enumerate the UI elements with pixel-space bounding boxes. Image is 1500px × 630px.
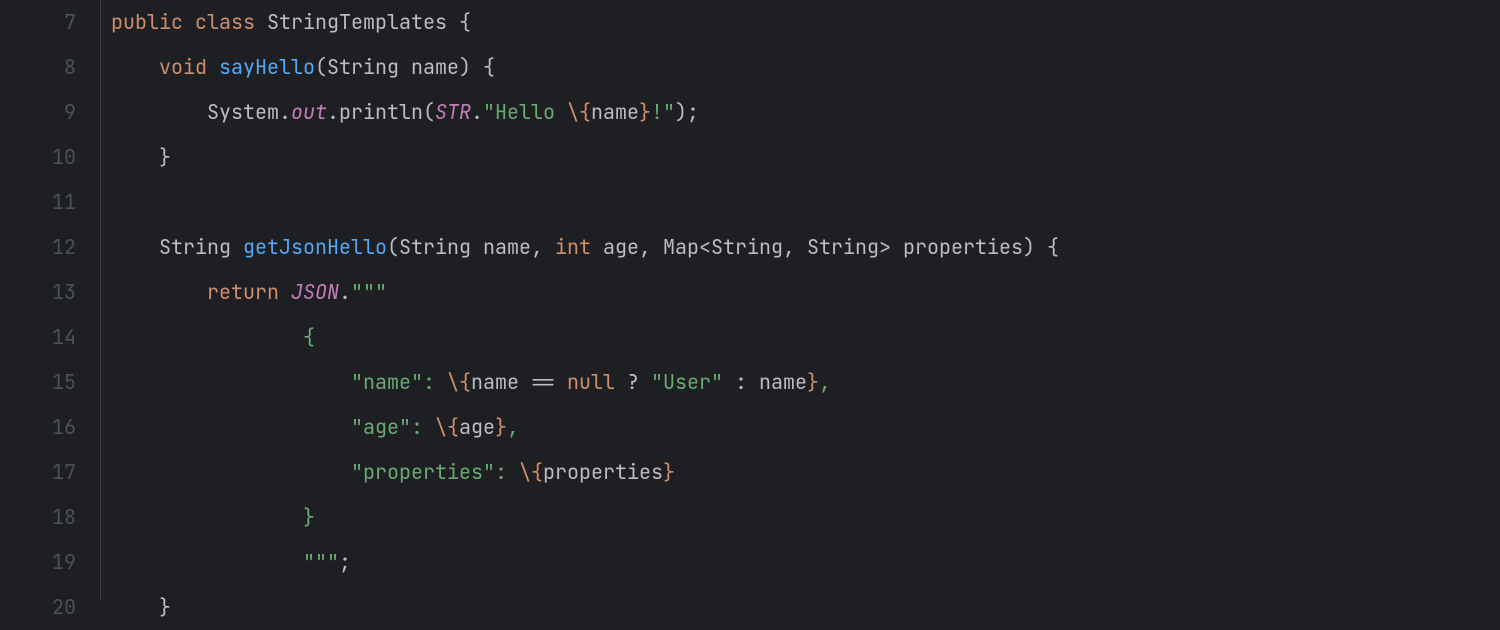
string-literal: "age":: [351, 414, 435, 440]
triple-quote: """: [351, 279, 387, 305]
brace-open: {: [459, 9, 471, 35]
string-literal: "properties":: [351, 459, 519, 485]
keyword-int: int: [555, 234, 591, 260]
line-number: 11: [0, 180, 76, 225]
string-literal: {: [303, 324, 315, 350]
line-number: 18: [0, 495, 76, 540]
line-number: 10: [0, 135, 76, 180]
string-literal: "name":: [351, 369, 447, 395]
code-line[interactable]: "age": \{age},: [111, 405, 1500, 450]
code-line[interactable]: public class StringTemplates {: [111, 0, 1500, 45]
line-number-gutter: 7 8 9 10 11 12 13 14 15 16 17 18 19 20: [0, 0, 100, 600]
template-close: }: [639, 99, 651, 125]
line-number: 9: [0, 90, 76, 135]
brace-close: }: [159, 144, 171, 170]
code-line[interactable]: "name": \{name == null ? "User" : name},: [111, 360, 1500, 405]
method-println: println: [339, 99, 423, 125]
line-number: 20: [0, 585, 76, 630]
code-line[interactable]: }: [111, 135, 1500, 180]
line-number: 12: [0, 225, 76, 270]
param-name: name: [411, 54, 459, 80]
template-close: }: [495, 414, 507, 440]
template-close: }: [807, 369, 819, 395]
line-number: 13: [0, 270, 76, 315]
line-number: 8: [0, 45, 76, 90]
field-out: out: [291, 99, 327, 125]
line-number: 14: [0, 315, 76, 360]
template-open: \{: [519, 459, 543, 485]
line-number: 16: [0, 405, 76, 450]
line-number: 19: [0, 540, 76, 585]
type-string: String: [159, 234, 231, 260]
keyword-return: return: [207, 279, 279, 305]
code-line[interactable]: String getJsonHello(String name, int age…: [111, 225, 1500, 270]
method-name: getJsonHello: [243, 234, 387, 260]
code-line[interactable]: System.out.println(STR."Hello \{name}!")…: [111, 90, 1500, 135]
template-expr: name: [591, 99, 639, 125]
code-line[interactable]: void sayHello(String name) {: [111, 45, 1500, 90]
code-line[interactable]: return JSON.""": [111, 270, 1500, 315]
string-literal: "User": [651, 369, 723, 395]
template-close: }: [663, 459, 675, 485]
keyword-class: class: [195, 9, 255, 35]
template-open: \{: [447, 369, 471, 395]
code-area[interactable]: public class StringTemplates { void sayH…: [101, 0, 1500, 600]
code-editor[interactable]: 7 8 9 10 11 12 13 14 15 16 17 18 19 20 p…: [0, 0, 1500, 600]
template-open: \{: [567, 99, 591, 125]
code-line[interactable]: }: [111, 585, 1500, 630]
string-literal: Hello: [495, 99, 567, 125]
code-line[interactable]: """;: [111, 540, 1500, 585]
str-processor: STR: [435, 99, 471, 125]
line-number: 17: [0, 450, 76, 495]
class-name: StringTemplates: [267, 9, 447, 35]
code-line[interactable]: }: [111, 495, 1500, 540]
triple-quote: """: [303, 549, 339, 575]
type-string: String: [327, 54, 399, 80]
code-line[interactable]: [111, 180, 1500, 225]
method-name: sayHello: [219, 54, 315, 80]
code-line[interactable]: {: [111, 315, 1500, 360]
template-open: \{: [435, 414, 459, 440]
json-processor: JSON: [291, 279, 339, 305]
keyword-null: null: [567, 369, 615, 395]
code-line[interactable]: "properties": \{properties}: [111, 450, 1500, 495]
line-number: 7: [0, 0, 76, 45]
identifier-system: System: [207, 99, 279, 125]
line-number: 15: [0, 360, 76, 405]
brace-close: }: [159, 594, 171, 620]
string-literal: }: [303, 504, 315, 530]
keyword-void: void: [159, 54, 207, 80]
keyword-public: public: [111, 9, 183, 35]
